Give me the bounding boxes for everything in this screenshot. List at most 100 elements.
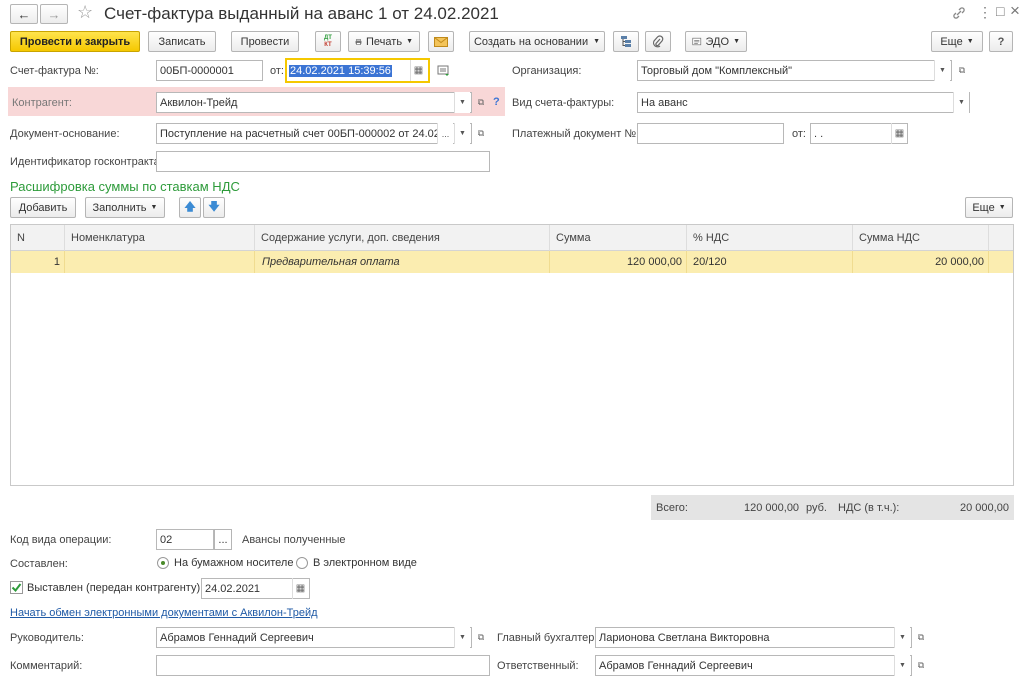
- op-code-select-button[interactable]: ...: [214, 529, 232, 550]
- column-header-n[interactable]: N: [11, 225, 65, 251]
- radio-unselected-icon: [296, 557, 308, 569]
- arrow-down-icon: 🡇: [208, 201, 220, 213]
- dt-kt-button[interactable]: ДТ КТ: [315, 31, 341, 52]
- counterparty-field[interactable]: Аквилон-Трейд: [156, 92, 472, 113]
- invoice-type-dropdown-icon[interactable]: ▼: [953, 92, 969, 113]
- move-up-button[interactable]: 🡅: [179, 197, 201, 218]
- help-button[interactable]: ?: [989, 31, 1013, 52]
- structure-button[interactable]: [613, 31, 639, 52]
- chief-accountant-open-icon[interactable]: ⧉: [913, 627, 929, 648]
- base-document-open-icon[interactable]: ⧉: [473, 123, 489, 144]
- column-header-vat-rate[interactable]: % НДС: [687, 225, 853, 251]
- window-title: Счет-фактура выданный на аванс 1 от 24.0…: [104, 4, 499, 23]
- vat-breakdown-title: Расшифровка суммы по ставкам НДС: [10, 179, 240, 194]
- column-header-vat-sum[interactable]: Сумма НДС: [853, 225, 989, 251]
- edo-exchange-link[interactable]: Начать обмен электронными документами с …: [10, 607, 318, 619]
- add-row-button[interactable]: Добавить: [10, 197, 76, 218]
- chief-accountant-field[interactable]: Ларионова Светлана Викторовна: [595, 627, 912, 648]
- organization-dropdown-icon[interactable]: ▼: [934, 60, 950, 81]
- base-document-value: Поступление на расчетный счет 00БП-00000…: [160, 127, 440, 140]
- link-icon[interactable]: [952, 6, 966, 20]
- payment-document-field[interactable]: [637, 123, 784, 144]
- back-button[interactable]: ←: [10, 4, 38, 24]
- cell-nomenclature: [65, 251, 255, 273]
- favorite-star-icon[interactable]: ☆: [77, 2, 93, 23]
- manager-dropdown-icon[interactable]: ▼: [454, 627, 470, 648]
- hierarchy-icon: [620, 36, 631, 47]
- base-document-select-icon[interactable]: ...: [437, 123, 453, 144]
- responsible-field[interactable]: Абрамов Геннадий Сергеевич: [595, 655, 912, 676]
- paper-radio[interactable]: На бумажном носителе: [157, 557, 293, 569]
- total-vat-value: 20 000,00: [960, 502, 1009, 514]
- payment-calendar-icon[interactable]: ▦: [891, 123, 907, 144]
- print-label: Печать: [366, 35, 403, 48]
- edo-icon: [692, 37, 702, 46]
- attach-button[interactable]: [645, 31, 671, 52]
- fill-date-icon[interactable]: [437, 65, 451, 80]
- post-and-close-button[interactable]: Провести и закрыть: [10, 31, 140, 52]
- issued-calendar-icon[interactable]: ▦: [292, 578, 308, 599]
- gov-contract-label: Идентификатор госконтракта:: [10, 156, 163, 168]
- total-value: 120 000,00: [744, 502, 800, 514]
- column-header-sum[interactable]: Сумма: [550, 225, 687, 251]
- chief-accountant-label: Главный бухгалтер:: [497, 632, 598, 644]
- fill-label: Заполнить: [92, 201, 147, 214]
- gov-contract-field[interactable]: [156, 151, 490, 172]
- more-vertical-icon[interactable]: ⋮: [978, 4, 992, 21]
- fill-button[interactable]: Заполнить ▼: [85, 197, 165, 218]
- chevron-down-icon: ▼: [998, 204, 1006, 211]
- column-header-nomenclature[interactable]: Номенклатура: [65, 225, 255, 251]
- chevron-down-icon: ▼: [406, 38, 413, 45]
- organization-field[interactable]: Торговый дом "Комплексный": [637, 60, 952, 81]
- cell-n: 1: [11, 251, 65, 273]
- table-row[interactable]: 1 Предварительная оплата 120 000,00 20/1…: [11, 251, 1013, 273]
- column-header-spacer: [989, 225, 1013, 251]
- chevron-down-icon: ▼: [150, 204, 158, 211]
- invoice-number-label: Счет-фактура №:: [10, 65, 99, 77]
- post-button[interactable]: Провести: [231, 31, 299, 52]
- invoice-number-field[interactable]: 00БП-0000001: [156, 60, 263, 81]
- create-based-on-button[interactable]: Создать на основании ▼: [469, 31, 605, 52]
- checkbox-checked-icon: [10, 581, 23, 594]
- op-code-label: Код вида операции:: [10, 534, 112, 546]
- electronic-radio[interactable]: В электронном виде: [296, 557, 417, 569]
- base-document-field[interactable]: Поступление на расчетный счет 00БП-00000…: [156, 123, 472, 144]
- print-button[interactable]: Печать ▼: [348, 31, 420, 52]
- column-header-content[interactable]: Содержание услуги, доп. сведения: [255, 225, 550, 251]
- calendar-icon[interactable]: ▦: [410, 60, 426, 81]
- op-code-field[interactable]: 02: [156, 529, 214, 550]
- composed-label: Составлен:: [10, 558, 68, 570]
- counterparty-open-icon[interactable]: ⧉: [473, 92, 489, 113]
- responsible-open-icon[interactable]: ⧉: [913, 655, 929, 676]
- maximize-icon[interactable]: □: [996, 3, 1004, 19]
- invoice-date-field[interactable]: 24.02.2021 15:39:56: [285, 58, 430, 83]
- save-button[interactable]: Записать: [148, 31, 216, 52]
- more-button[interactable]: Еще ▼: [931, 31, 983, 52]
- comment-field[interactable]: [156, 655, 490, 676]
- manager-open-icon[interactable]: ⧉: [473, 627, 489, 648]
- counterparty-dropdown-icon[interactable]: ▼: [454, 92, 470, 113]
- table-more-button[interactable]: Еще ▼: [965, 197, 1013, 218]
- forward-button[interactable]: →: [40, 4, 68, 24]
- organization-label: Организация:: [512, 65, 582, 77]
- dt-kt-icon: ДТ: [324, 34, 332, 41]
- chief-accountant-dropdown-icon[interactable]: ▼: [894, 627, 910, 648]
- manager-field[interactable]: Абрамов Геннадий Сергеевич: [156, 627, 472, 648]
- total-label: Всего:: [656, 502, 688, 514]
- arrow-up-icon: 🡅: [184, 201, 196, 213]
- move-down-button[interactable]: 🡇: [203, 197, 225, 218]
- organization-open-icon[interactable]: ⧉: [954, 60, 970, 81]
- counterparty-help-icon[interactable]: ?: [493, 96, 500, 108]
- cell-spacer: [989, 251, 1013, 273]
- invoice-type-field[interactable]: На аванс: [637, 92, 970, 113]
- edo-button[interactable]: ЭДО ▼: [685, 31, 747, 52]
- responsible-dropdown-icon[interactable]: ▼: [894, 655, 910, 676]
- issued-checkbox[interactable]: Выставлен (передан контрагенту):: [10, 581, 203, 594]
- responsible-label: Ответственный:: [497, 660, 579, 672]
- base-document-dropdown-icon[interactable]: ▼: [454, 123, 470, 144]
- close-icon[interactable]: ×: [1010, 1, 1020, 21]
- counterparty-label: Контрагент:: [12, 97, 72, 109]
- cell-sum: 120 000,00: [550, 251, 687, 273]
- vat-table: N Номенклатура Содержание услуги, доп. с…: [10, 224, 1014, 486]
- email-button[interactable]: [428, 31, 454, 52]
